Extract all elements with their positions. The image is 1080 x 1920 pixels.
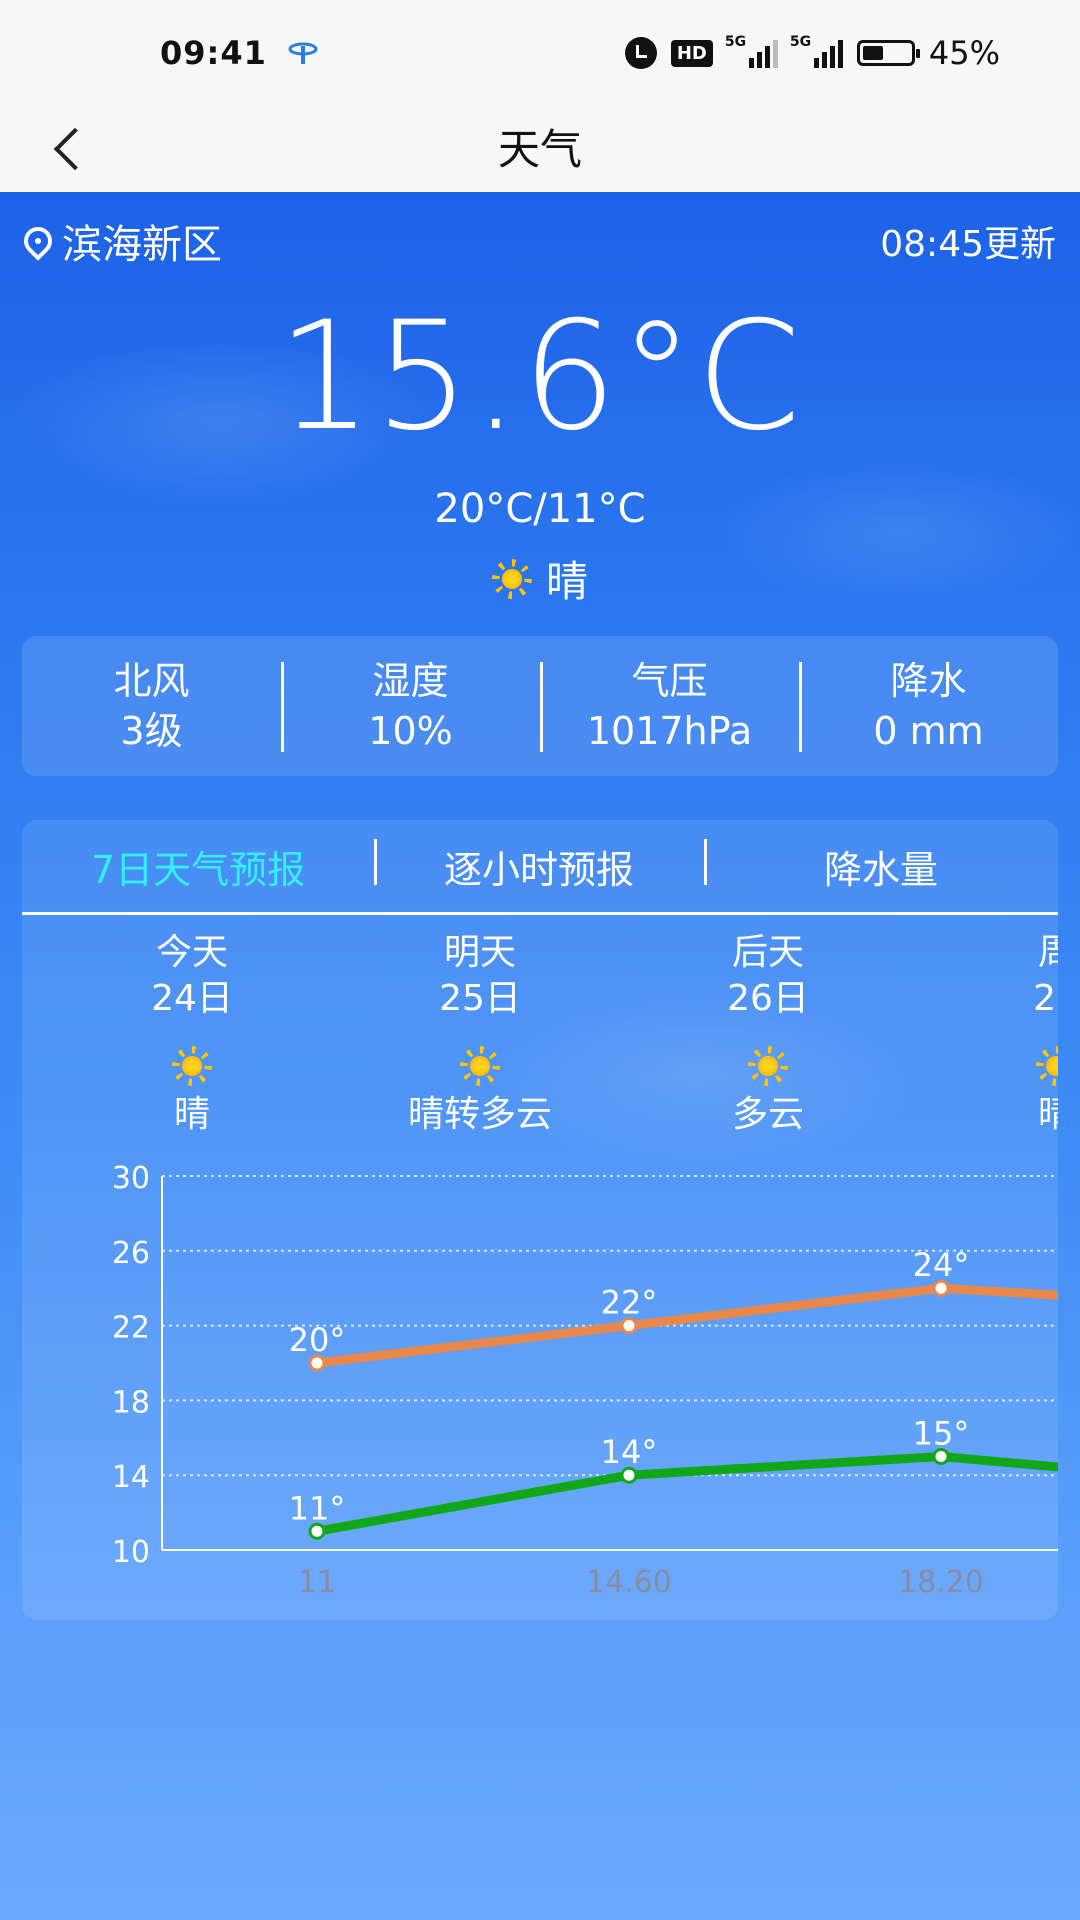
carrier-icon bbox=[288, 42, 318, 64]
data-label: 11° bbox=[289, 1489, 346, 1527]
temperature-chart: 30 26 22 18 14 10 11 14.60 18.20 20° 22° 24° 11° 14° 1… bbox=[112, 1161, 1058, 1600]
y-tick-label: 26 bbox=[112, 1236, 150, 1271]
signal-icon-2: 5G bbox=[790, 34, 843, 68]
forecast-card: 7日天气预报 逐小时预报 降水量 今天 24日 晴 明天 25日 晴转多云 后天… bbox=[22, 820, 1058, 1620]
data-label: 24° bbox=[913, 1246, 970, 1284]
stat-value: 3级 bbox=[120, 709, 183, 753]
battery-percent: 45% bbox=[928, 34, 1000, 72]
stat-label: 气压 bbox=[631, 659, 708, 703]
stat-precipitation: 降水 0 mm bbox=[799, 656, 1058, 756]
data-label: 20° bbox=[289, 1321, 346, 1359]
stat-label: 降水 bbox=[890, 659, 967, 703]
stat-label: 湿度 bbox=[372, 659, 449, 703]
stat-humidity: 湿度 10% bbox=[281, 656, 540, 756]
stat-value: 0 mm bbox=[873, 709, 984, 753]
weather-stats: 北风 3级 湿度 10% 气压 1017hPa 降水 0 mm bbox=[22, 636, 1058, 776]
alarm-icon bbox=[624, 37, 657, 69]
sun-icon bbox=[491, 558, 532, 599]
y-tick-label: 10 bbox=[112, 1535, 150, 1570]
stat-pressure: 气压 1017hPa bbox=[540, 656, 799, 756]
x-tick-label: 11 bbox=[298, 1565, 336, 1600]
location-pin-icon bbox=[18, 221, 58, 261]
location-name: 滨海新区 bbox=[62, 222, 222, 268]
series-line bbox=[312, 1452, 1058, 1536]
nav-bar: 天气 bbox=[0, 110, 1080, 192]
data-label: 14° bbox=[601, 1433, 658, 1471]
y-tick-label: 22 bbox=[112, 1311, 150, 1346]
current-condition: 晴 bbox=[0, 548, 1080, 609]
clock: 09:41 bbox=[160, 34, 267, 72]
data-label: 15° bbox=[913, 1415, 970, 1453]
y-tick-label: 30 bbox=[112, 1161, 150, 1196]
status-bar: 09:41 HD 5G 5G 45% bbox=[0, 0, 1080, 110]
y-tick-label: 14 bbox=[112, 1460, 150, 1495]
page-title: 天气 bbox=[497, 125, 582, 174]
location[interactable]: 滨海新区 bbox=[18, 212, 222, 270]
battery-icon bbox=[856, 40, 920, 66]
temperature-range: 20°C/11°C bbox=[434, 486, 646, 532]
update-time: 08:45更新 bbox=[880, 224, 1056, 265]
current-temperature: 15.6°C bbox=[277, 290, 803, 464]
data-label: 22° bbox=[601, 1284, 658, 1322]
hd-icon: HD bbox=[670, 39, 713, 67]
stat-label: 北风 bbox=[113, 659, 190, 703]
signal-icon: 5G bbox=[725, 34, 778, 68]
x-tick-label: 14.60 bbox=[586, 1565, 672, 1600]
y-tick-label: 18 bbox=[112, 1385, 150, 1420]
stat-value: 10% bbox=[368, 709, 453, 753]
x-tick-label: 18.20 bbox=[898, 1565, 984, 1600]
stat-wind: 北风 3级 bbox=[22, 656, 281, 756]
stat-value: 1017hPa bbox=[586, 709, 753, 753]
condition-label: 晴 bbox=[545, 557, 588, 606]
